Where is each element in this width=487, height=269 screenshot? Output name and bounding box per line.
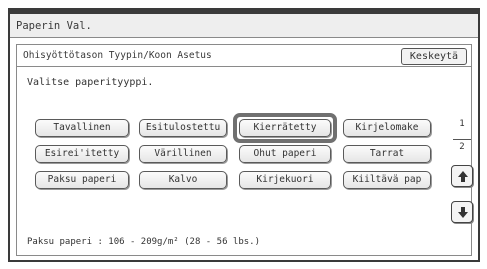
- page-current: 1: [459, 119, 465, 129]
- paper-type-button-esireiitetty[interactable]: Esirei'itetty: [35, 145, 129, 163]
- instruction-text: Valitse paperityyppi.: [27, 77, 154, 88]
- paper-type-button-varillinen[interactable]: Värillinen: [139, 145, 227, 163]
- paper-type-button-paksu-paperi[interactable]: Paksu paperi: [35, 171, 129, 189]
- selection-highlight: [233, 113, 337, 143]
- panel-header-title: Ohisyöttötason Tyypin/Koon Asetus: [23, 50, 212, 61]
- paper-type-button-kirjekuori[interactable]: Kirjekuori: [239, 171, 331, 189]
- paper-type-button-esitulostettu[interactable]: Esitulostettu: [139, 119, 227, 137]
- page-up-button[interactable]: [451, 165, 473, 187]
- page-down-button[interactable]: [451, 201, 473, 223]
- paper-type-button-tavallinen[interactable]: Tavallinen: [35, 119, 129, 137]
- dialog-frame: Paperin Val. Ohisyöttötason Tyypin/Koon …: [8, 8, 480, 262]
- paper-type-panel: Ohisyöttötason Tyypin/Koon Asetus Keskey…: [16, 44, 473, 256]
- paper-type-button-kiiltava-paperi[interactable]: Kiiltävä pap: [343, 171, 431, 189]
- window-title: Paperin Val.: [10, 14, 478, 38]
- paper-weight-info: Paksu paperi : 106 - 209g/m² (28 - 56 lb…: [27, 237, 260, 247]
- paper-type-button-ohut-paperi[interactable]: Ohut paperi: [239, 145, 331, 163]
- up-arrow-icon: [458, 171, 468, 182]
- paper-type-button-kalvo[interactable]: Kalvo: [139, 171, 227, 189]
- page-total: 2: [459, 142, 465, 152]
- paper-type-button-kirjelomake[interactable]: Kirjelomake: [343, 119, 431, 137]
- paper-type-button-tarrat[interactable]: Tarrat: [343, 145, 431, 163]
- down-arrow-icon: [458, 207, 468, 218]
- cancel-button[interactable]: Keskeytä: [401, 48, 467, 65]
- page-divider: [453, 139, 471, 140]
